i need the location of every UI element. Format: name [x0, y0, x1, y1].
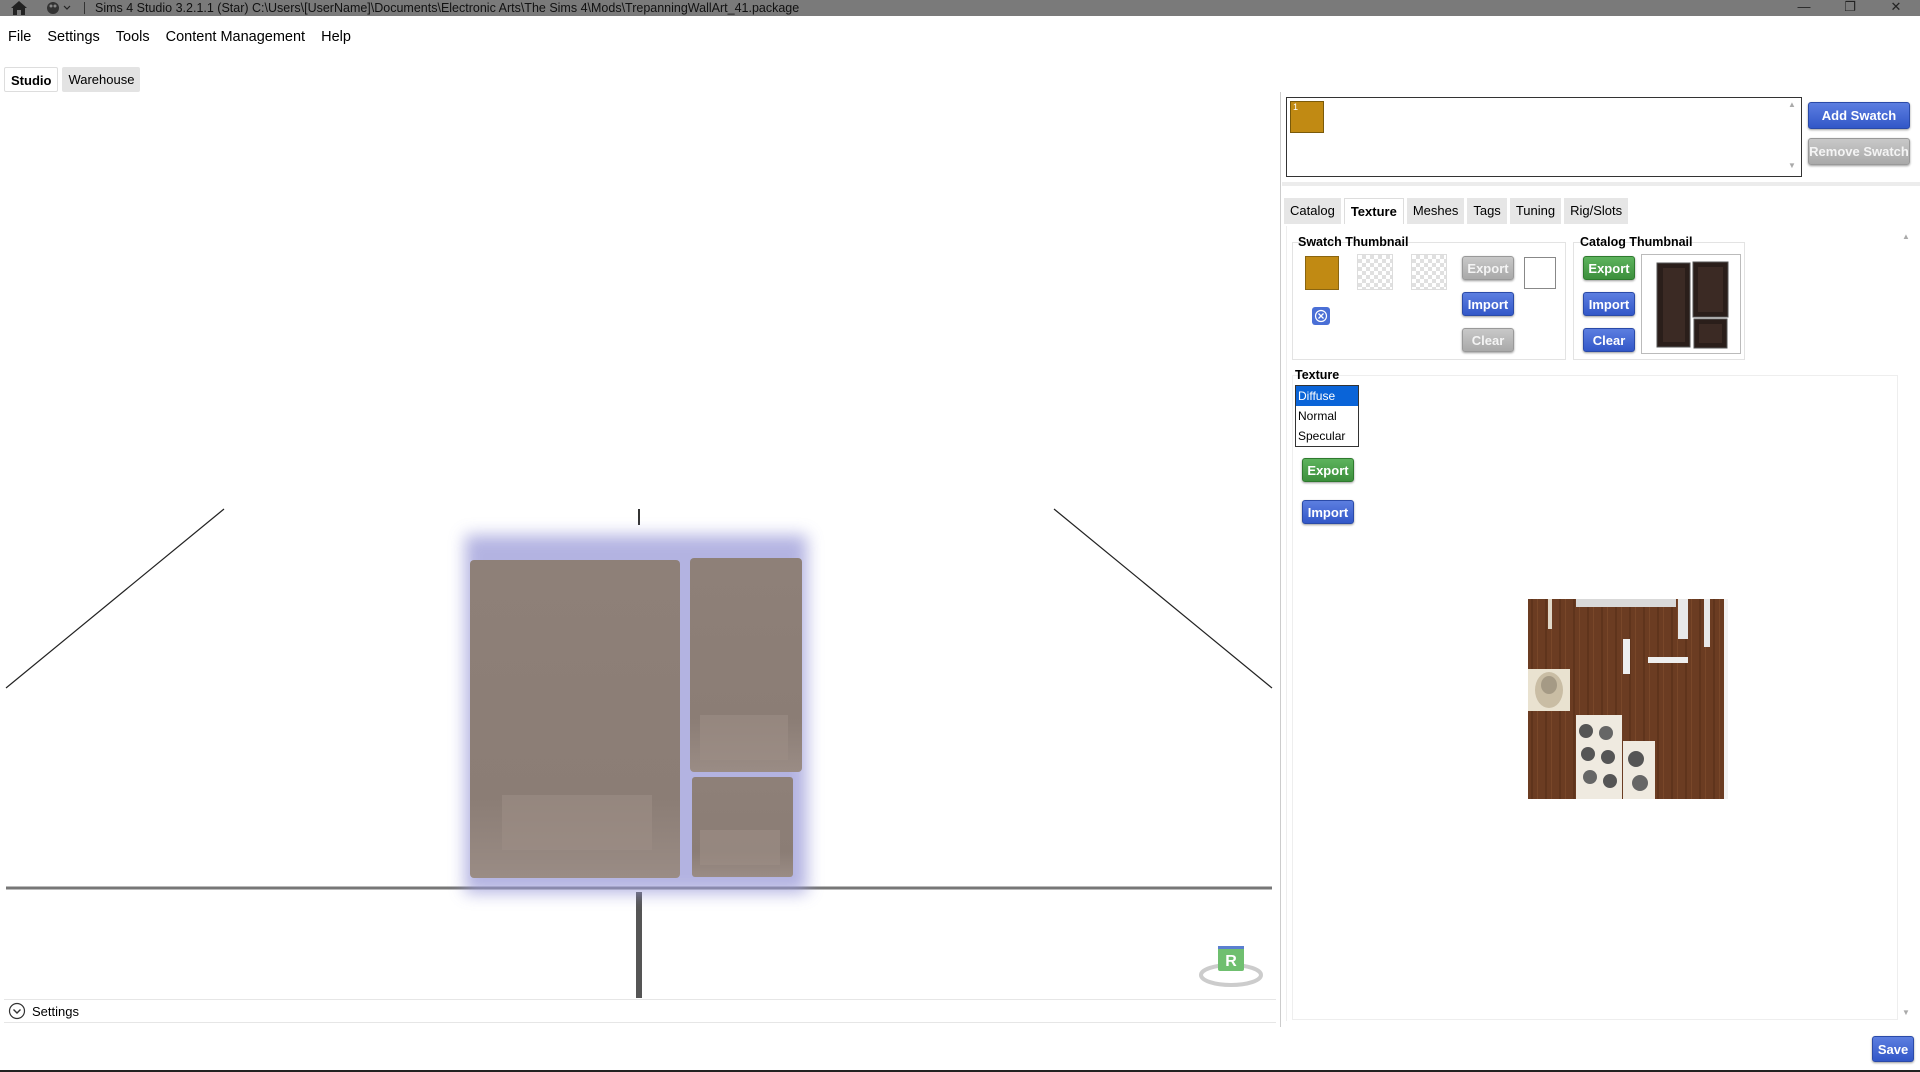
close-button[interactable]: ✕	[1876, 0, 1916, 16]
chevron-down-icon[interactable]	[8, 1002, 26, 1020]
panel-scroll-down-icon[interactable]: ▼	[1902, 1008, 1910, 1017]
texture-title: Texture	[1295, 368, 1340, 382]
swatch-list[interactable]	[1286, 97, 1802, 177]
room-edge-left	[5, 508, 225, 689]
art-panel-bottom-right-shade	[700, 830, 780, 865]
swatch-thumbnail-slot-2[interactable]	[1357, 254, 1393, 290]
title-separator	[84, 2, 85, 14]
texture-option-diffuse[interactable]: Diffuse	[1296, 386, 1358, 406]
menu-help[interactable]: Help	[313, 26, 359, 48]
app-logo-icon[interactable]	[44, 0, 76, 16]
catalog-thumbnail-clear-button[interactable]: Clear	[1583, 328, 1635, 352]
viewport-settings-bar[interactable]: Settings	[4, 999, 1276, 1023]
camera-reset-icon[interactable]: R	[1198, 943, 1264, 987]
swatch-thumbnail-color[interactable]	[1305, 256, 1339, 290]
scroll-up-icon[interactable]: ▲	[1788, 100, 1796, 109]
texture-preview-image	[1528, 599, 1728, 799]
swatch-item[interactable]: 1	[1290, 101, 1324, 133]
add-swatch-button[interactable]: Add Swatch	[1808, 102, 1910, 129]
main-tabs: Studio Warehouse	[4, 67, 141, 92]
menu-content-management[interactable]: Content Management	[158, 26, 313, 48]
window-title: Sims 4 Studio 3.2.1.1 (Star) C:\Users\[U…	[95, 1, 800, 15]
3d-viewport[interactable]: R	[0, 95, 1280, 1000]
tab-rig-slots[interactable]: Rig/Slots	[1564, 198, 1629, 224]
tab-studio[interactable]: Studio	[4, 67, 59, 92]
reset-badge-label: R	[1225, 953, 1237, 970]
texture-option-normal[interactable]: Normal	[1296, 406, 1358, 426]
menu-tools[interactable]: Tools	[108, 26, 158, 48]
tab-warehouse[interactable]: Warehouse	[62, 67, 141, 92]
menu-file[interactable]: File	[0, 26, 39, 48]
restore-button[interactable]: ❐	[1830, 0, 1870, 16]
art-panel-top-right-shade	[700, 715, 788, 760]
texture-type-list[interactable]: Diffuse Normal Specular	[1295, 385, 1359, 447]
swatch-thumbnail-preview[interactable]	[1524, 257, 1556, 289]
panel-scroll-up-icon[interactable]: ▲	[1902, 232, 1910, 241]
remove-color-icon[interactable]	[1311, 306, 1331, 326]
save-button[interactable]: Save	[1872, 1036, 1914, 1062]
remove-swatch-button[interactable]: Remove Swatch	[1808, 138, 1910, 165]
tab-texture[interactable]: Texture	[1343, 198, 1404, 224]
menu-bar: File Settings Tools Content Management H…	[0, 26, 359, 48]
swatch-thumbnail-export-button[interactable]: Export	[1462, 256, 1514, 280]
sub-tabs: Catalog Texture Meshes Tags Tuning Rig/S…	[1284, 198, 1629, 224]
menu-settings[interactable]: Settings	[39, 26, 107, 48]
texture-export-button[interactable]: Export	[1302, 458, 1354, 482]
panel-separator	[1282, 182, 1920, 186]
panel-divider	[1280, 92, 1281, 1027]
scroll-down-icon[interactable]: ▼	[1788, 161, 1796, 170]
swatch-item-label: 1	[1293, 102, 1299, 112]
viewport-scene	[5, 508, 1273, 998]
art-panel-large-shade	[502, 795, 652, 850]
catalog-thumbnail-export-button[interactable]: Export	[1583, 256, 1635, 280]
swatch-thumbnail-title: Swatch Thumbnail	[1298, 235, 1409, 249]
tab-catalog[interactable]: Catalog	[1284, 198, 1341, 224]
tab-meshes[interactable]: Meshes	[1406, 198, 1465, 224]
texture-option-specular[interactable]: Specular	[1296, 426, 1358, 446]
swatch-thumbnail-clear-button[interactable]: Clear	[1462, 328, 1514, 352]
catalog-thumbnail-import-button[interactable]: Import	[1583, 292, 1635, 316]
settings-label: Settings	[32, 1003, 79, 1019]
swatch-thumbnail-import-button[interactable]: Import	[1462, 292, 1514, 316]
minimize-button[interactable]: —	[1784, 0, 1824, 16]
catalog-thumbnail-image[interactable]	[1641, 254, 1741, 354]
room-edge-right	[1053, 508, 1273, 689]
tab-tuning[interactable]: Tuning	[1509, 198, 1562, 224]
home-icon[interactable]	[8, 0, 30, 16]
title-bar: Sims 4 Studio 3.2.1.1 (Star) C:\Users\[U…	[0, 0, 1920, 16]
texture-import-button[interactable]: Import	[1302, 500, 1354, 524]
swatch-thumbnail-slot-3[interactable]	[1411, 254, 1447, 290]
tab-tags[interactable]: Tags	[1467, 198, 1507, 224]
catalog-thumbnail-title: Catalog Thumbnail	[1580, 235, 1693, 249]
